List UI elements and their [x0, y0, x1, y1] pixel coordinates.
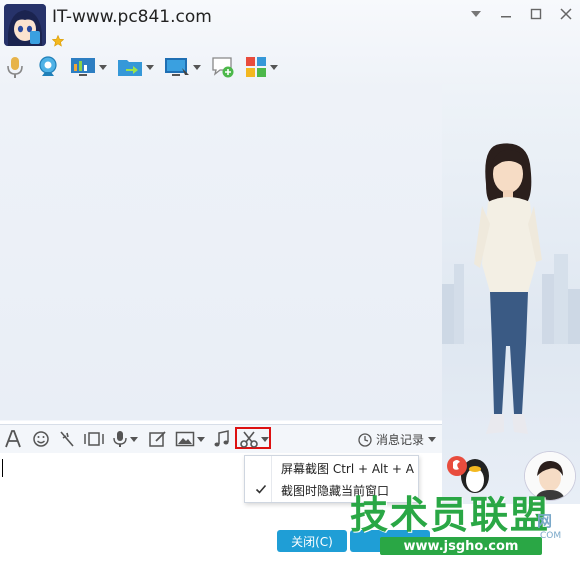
watermark-url: www.jsgho.com	[380, 537, 542, 555]
character-illustration	[442, 143, 580, 434]
microphone-icon	[7, 57, 23, 78]
clock-icon	[358, 432, 372, 447]
maximize-icon[interactable]	[528, 6, 544, 22]
window-controls	[468, 6, 574, 22]
font-icon[interactable]	[4, 429, 22, 449]
voice-call-button[interactable]	[4, 53, 26, 81]
chevron-down-icon[interactable]	[193, 64, 201, 70]
chevron-down-icon[interactable]	[261, 436, 269, 442]
screenshot-button[interactable]	[239, 429, 269, 449]
emoji-icon[interactable]	[32, 429, 50, 449]
watermark-suffix: 网	[537, 512, 553, 530]
screen-share-button[interactable]	[164, 53, 201, 81]
input-toolbar: 消息记录	[0, 424, 442, 453]
voice-icon	[113, 431, 127, 447]
apps-button[interactable]	[245, 53, 278, 81]
video-icon[interactable]	[84, 429, 104, 449]
contact-avatar[interactable]	[4, 4, 46, 46]
chevron-down-icon[interactable]	[270, 64, 278, 70]
chevron-down-icon[interactable]	[99, 64, 107, 70]
nudge-icon[interactable]	[58, 429, 76, 449]
chevron-down-icon[interactable]	[197, 436, 205, 442]
menu-item-label: 屏幕截图 Ctrl + Alt + A	[281, 461, 414, 476]
chevron-down-icon	[428, 437, 436, 442]
minimize-icon[interactable]	[498, 6, 514, 22]
screen-share-icon	[165, 58, 189, 76]
window-title: IT-www.pc841.com	[52, 7, 212, 27]
file-transfer-button[interactable]	[117, 53, 154, 81]
watermark-main: 技术员联盟	[350, 493, 551, 537]
chat-window: IT-www.pc841.com 消息记录 屏幕截图 Ctrl + Alt + …	[0, 0, 580, 561]
file-transfer-icon	[118, 60, 142, 76]
chat-add-button[interactable]	[211, 53, 235, 81]
voice-message-button[interactable]	[112, 429, 138, 449]
chat-add-icon	[212, 57, 234, 78]
close-icon[interactable]	[558, 6, 574, 22]
show-background	[442, 84, 580, 504]
checkmark-icon	[255, 484, 267, 494]
music-icon[interactable]	[213, 429, 231, 449]
close-button[interactable]: 关闭(C)	[277, 530, 347, 552]
text-cursor	[2, 459, 3, 477]
chevron-down-icon[interactable]	[130, 436, 138, 442]
message-history[interactable]	[0, 84, 442, 420]
menu-item-screen-capture[interactable]: 屏幕截图 Ctrl + Alt + A	[245, 457, 418, 479]
chevron-down-icon[interactable]	[468, 6, 484, 22]
webcam-icon	[39, 56, 57, 76]
edit-icon[interactable]	[148, 429, 168, 449]
watermark-suffix2: COM	[540, 531, 562, 541]
app-toolbar	[4, 52, 278, 82]
star-icon[interactable]	[51, 32, 65, 47]
message-history-label: 消息记录	[375, 433, 424, 447]
chevron-down-icon[interactable]	[146, 64, 154, 70]
scissors-icon	[240, 431, 258, 448]
video-call-button[interactable]	[36, 53, 60, 81]
image-icon	[175, 431, 195, 447]
apps-icon	[246, 57, 266, 77]
message-history-button[interactable]: 消息记录	[358, 431, 436, 448]
remote-desktop-button[interactable]	[70, 53, 107, 81]
image-button[interactable]	[175, 429, 205, 449]
remote-desktop-icon	[71, 58, 95, 76]
